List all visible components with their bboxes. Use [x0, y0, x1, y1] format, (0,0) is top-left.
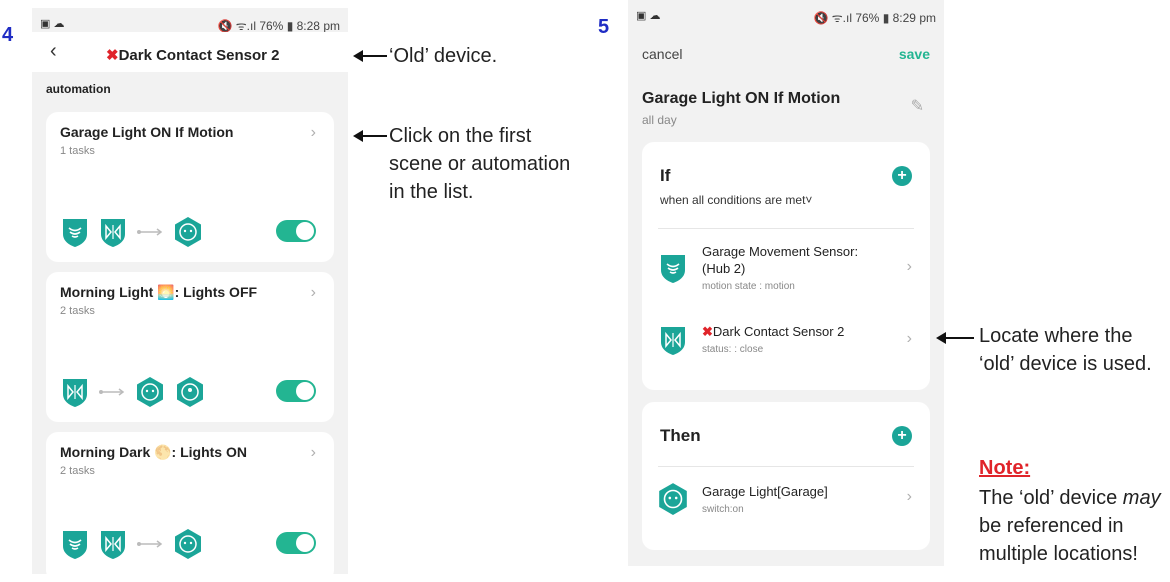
- note-text: The ‘old’ device: [979, 487, 1123, 509]
- then-title: Then: [660, 426, 701, 445]
- automation-toggle[interactable]: [276, 532, 316, 554]
- card-task-count: 2 tasks: [60, 465, 95, 477]
- chevron-right-icon: ›: [906, 330, 912, 347]
- motion-sensor-icon: [661, 255, 685, 283]
- card-title: Morning Dark 🌕: Lights ON: [60, 444, 247, 460]
- automation-card-morning-light[interactable]: Morning Light 🌅: Lights OFF 2 tasks ›: [46, 272, 334, 422]
- status-bar: ▣ ☁ 🔇 ᯤ.ıl 76% ▮ 8:29 pm: [628, 0, 944, 30]
- card-task-count: 2 tasks: [60, 305, 95, 317]
- smart-plug-icon: [175, 217, 201, 247]
- annotation-note: The ‘old’ device may be referenced in mu…: [979, 484, 1161, 568]
- chevron-right-icon: ›: [310, 124, 316, 141]
- smart-plug-icon: [137, 377, 163, 407]
- smart-plug-icon: [659, 483, 687, 515]
- automation-card-morning-dark[interactable]: Morning Dark 🌕: Lights ON 2 tasks ›: [46, 432, 334, 574]
- annotation-click-first: Click on the first scene or automation i…: [389, 122, 570, 206]
- page-title: ✖Dark Contact Sensor 2: [106, 46, 279, 64]
- annotation-arrow: [353, 50, 387, 62]
- then-actions-card: Then + Garage Light[Garage] switch:on ›: [642, 402, 930, 550]
- card-task-count: 1 tasks: [60, 145, 95, 157]
- automation-toggle[interactable]: [276, 220, 316, 242]
- condition-title-line1: Garage Movement Sensor:: [702, 244, 859, 259]
- action-row-garage-light[interactable]: Garage Light[Garage] switch:on ›: [642, 474, 930, 530]
- chevron-right-icon: ›: [906, 488, 912, 505]
- annotation-locate: Locate where the ‘old’ device is used.: [979, 322, 1152, 378]
- condition-title-line2: (Hub 2): [702, 261, 746, 276]
- page-title-text: Dark Contact Sensor 2: [118, 47, 280, 64]
- annotation-arrow: [353, 130, 387, 142]
- status-left-icons: ▣ ☁: [40, 18, 65, 30]
- contact-sensor-icon: [63, 379, 87, 407]
- status-left-icons: ▣ ☁: [636, 10, 661, 22]
- motion-sensor-icon: [63, 219, 87, 247]
- annotation-line: ‘old’ device is used.: [979, 353, 1152, 375]
- condition-row-movement-sensor[interactable]: Garage Movement Sensor: (Hub 2) motion s…: [642, 238, 930, 302]
- annotation-line: Locate where the: [979, 325, 1133, 347]
- save-button[interactable]: save: [899, 46, 930, 62]
- condition-title-text: Dark Contact Sensor 2: [712, 324, 845, 339]
- section-label-automation: automation: [46, 82, 111, 96]
- annotation-line: be referenced in: [979, 515, 1124, 537]
- condition-state: status: : close: [702, 344, 764, 355]
- arrow-connector-icon: [137, 540, 163, 548]
- phone-screen-automation-edit: ▣ ☁ 🔇 ᯤ.ıl 76% ▮ 8:29 pm cancel save Gar…: [628, 0, 944, 566]
- divider: [658, 228, 914, 229]
- add-condition-button[interactable]: +: [892, 166, 912, 186]
- annotation-line: in the list.: [389, 181, 474, 203]
- note-title: Note:: [979, 457, 1031, 479]
- edit-pencil-icon[interactable]: ✎: [911, 96, 924, 116]
- cancel-button[interactable]: cancel: [642, 46, 682, 62]
- if-conditions-card: If + when all conditions are met˅ Garage…: [642, 142, 930, 390]
- if-title: If: [660, 166, 671, 185]
- chevron-right-icon: ›: [906, 258, 912, 275]
- condition-mode-dropdown[interactable]: when all conditions are met˅: [660, 193, 812, 207]
- condition-state: motion state : motion: [702, 281, 795, 292]
- smart-plug-icon: [177, 377, 203, 407]
- error-x-icon: ✖: [106, 47, 119, 64]
- back-button[interactable]: ‹: [50, 40, 57, 63]
- contact-sensor-icon: [101, 531, 125, 559]
- automation-title: Garage Light ON If Motion: [642, 90, 841, 107]
- phone-screen-automation-list: ▣ ☁ 🔇 ᯤ.ıl 76% ▮ 8:28 pm ‹ ✖Dark Contact…: [32, 8, 348, 574]
- status-right-info: 🔇 ᯤ.ıl 76% ▮ 8:29 pm: [813, 11, 936, 25]
- automation-schedule: all day: [642, 113, 677, 127]
- card-device-icons: [60, 528, 204, 560]
- error-x-icon: ✖: [702, 324, 713, 339]
- arrow-connector-icon: [99, 388, 125, 396]
- condition-row-dark-contact-sensor[interactable]: ✖Dark Contact Sensor 2 status: : close ›: [642, 316, 930, 376]
- annotation-line: Click on the first: [389, 125, 532, 147]
- chevron-right-icon: ›: [310, 444, 316, 461]
- card-title: Morning Light 🌅: Lights OFF: [60, 284, 258, 300]
- divider: [658, 466, 914, 467]
- annotation-line: scene or automation: [389, 153, 571, 175]
- contact-sensor-icon: [101, 219, 125, 247]
- card-device-icons: [60, 216, 204, 248]
- condition-title: ✖Dark Contact Sensor 2: [702, 324, 844, 340]
- smart-plug-icon: [175, 529, 201, 559]
- card-title: Garage Light ON If Motion: [60, 124, 234, 140]
- add-action-button[interactable]: +: [892, 426, 912, 446]
- step-number-5: 5: [598, 16, 610, 38]
- step-number-4: 4: [2, 24, 14, 46]
- arrow-connector-icon: [137, 228, 163, 236]
- note-emphasis: may: [1122, 487, 1161, 509]
- motion-sensor-icon: [63, 531, 87, 559]
- action-title: Garage Light[Garage]: [702, 484, 828, 499]
- annotation-line: The ‘old’ device may: [979, 484, 1161, 512]
- automation-toggle[interactable]: [276, 380, 316, 402]
- annotation-line: multiple locations!: [979, 543, 1138, 565]
- action-state: switch:on: [702, 504, 744, 515]
- contact-sensor-icon: [661, 327, 685, 355]
- annotation-old-device: ‘Old’ device.: [389, 45, 498, 67]
- automation-card-garage-light[interactable]: Garage Light ON If Motion 1 tasks ›: [46, 112, 334, 262]
- chevron-right-icon: ›: [310, 284, 316, 301]
- card-device-icons: [60, 376, 206, 408]
- annotation-arrow: [936, 332, 974, 344]
